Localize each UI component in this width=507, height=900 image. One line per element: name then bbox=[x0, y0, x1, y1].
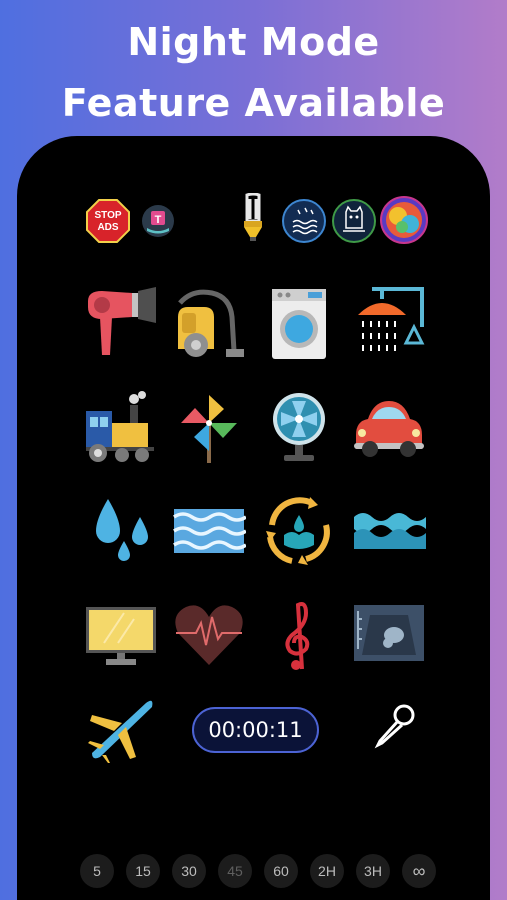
fan-icon[interactable] bbox=[262, 391, 336, 465]
theme-icon[interactable]: T bbox=[141, 204, 175, 238]
timer-display[interactable]: 00:00:11 bbox=[192, 707, 319, 753]
ocean-icon[interactable] bbox=[352, 495, 426, 569]
tv-icon[interactable] bbox=[84, 599, 158, 673]
water-cycle-icon[interactable] bbox=[262, 495, 336, 569]
stop-ads-icon[interactable]: STOP ADS bbox=[86, 199, 130, 243]
vacuum-cleaner-icon[interactable] bbox=[172, 287, 246, 361]
shower-icon[interactable] bbox=[352, 287, 426, 361]
microphone-icon[interactable] bbox=[372, 703, 416, 751]
duration-2h[interactable]: 2H bbox=[310, 854, 344, 888]
duration-5[interactable]: 5 bbox=[80, 854, 114, 888]
washing-machine-icon[interactable] bbox=[262, 287, 336, 361]
bulb-icon[interactable] bbox=[236, 193, 270, 243]
promo-line-1: Night Mode bbox=[127, 20, 380, 64]
duration-picker: 5 15 30 45 60 2H 3H ∞ bbox=[80, 854, 440, 888]
stop-ads-text-1: STOP bbox=[94, 210, 121, 221]
color-theme-icon[interactable] bbox=[380, 196, 428, 244]
pinwheel-icon[interactable] bbox=[172, 391, 246, 465]
music-note-icon[interactable] bbox=[262, 599, 336, 673]
duration-60[interactable]: 60 bbox=[264, 854, 298, 888]
water-drops-icon[interactable] bbox=[84, 495, 158, 569]
duration-30[interactable]: 30 bbox=[172, 854, 206, 888]
badge-letter: T bbox=[155, 214, 162, 226]
waves-icon[interactable] bbox=[172, 495, 246, 569]
duration-infinite[interactable]: ∞ bbox=[402, 854, 436, 888]
ultrasound-icon[interactable] bbox=[352, 599, 426, 673]
train-icon[interactable] bbox=[84, 391, 158, 465]
promo-headline: Night Mode Feature Available bbox=[0, 12, 507, 134]
car-icon[interactable] bbox=[352, 391, 426, 465]
promo-line-2: Feature Available bbox=[61, 81, 446, 125]
airplane-icon[interactable] bbox=[86, 697, 156, 763]
heartbeat-icon[interactable] bbox=[172, 599, 246, 673]
duration-15[interactable]: 15 bbox=[126, 854, 160, 888]
duration-3h[interactable]: 3H bbox=[356, 854, 390, 888]
cat-icon[interactable] bbox=[331, 198, 377, 244]
duration-45[interactable]: 45 bbox=[218, 854, 252, 888]
hair-dryer-icon[interactable] bbox=[84, 287, 158, 361]
stop-ads-text-2: ADS bbox=[97, 222, 118, 233]
rain-icon[interactable] bbox=[281, 198, 327, 244]
